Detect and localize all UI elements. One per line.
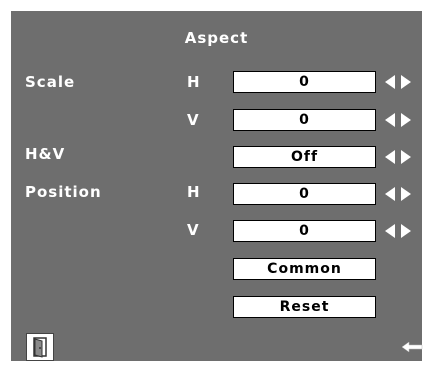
- scale-v-axis-label: V: [187, 111, 199, 129]
- menu-title: Aspect: [184, 29, 249, 47]
- door-exit-icon[interactable]: [26, 333, 54, 361]
- scale-v-value-field[interactable]: 0: [233, 109, 376, 131]
- hv-value-field[interactable]: Off: [233, 146, 376, 168]
- scale-label: Scale: [25, 73, 76, 91]
- scale-v-adjust-icon[interactable]: [383, 112, 413, 128]
- position-label: Position: [25, 183, 102, 201]
- position-v-axis-label: V: [187, 221, 199, 239]
- scale-h-adjust-icon[interactable]: [383, 74, 413, 90]
- hv-label: H&V: [25, 145, 66, 163]
- hv-adjust-icon[interactable]: [383, 149, 413, 165]
- back-arrow-icon[interactable]: [401, 341, 423, 353]
- common-button[interactable]: Common: [233, 258, 376, 280]
- position-h-adjust-icon[interactable]: [383, 186, 413, 202]
- aspect-menu-panel: Aspect Scale H 0 V 0 H&V Off Position H …: [11, 11, 423, 361]
- position-h-value-field[interactable]: 0: [233, 183, 376, 205]
- position-v-adjust-icon[interactable]: [383, 223, 413, 239]
- scale-h-value-field[interactable]: 0: [233, 71, 376, 93]
- position-v-value-field[interactable]: 0: [233, 220, 376, 242]
- reset-button[interactable]: Reset: [233, 296, 376, 318]
- scale-h-axis-label: H: [187, 73, 200, 91]
- position-h-axis-label: H: [187, 183, 200, 201]
